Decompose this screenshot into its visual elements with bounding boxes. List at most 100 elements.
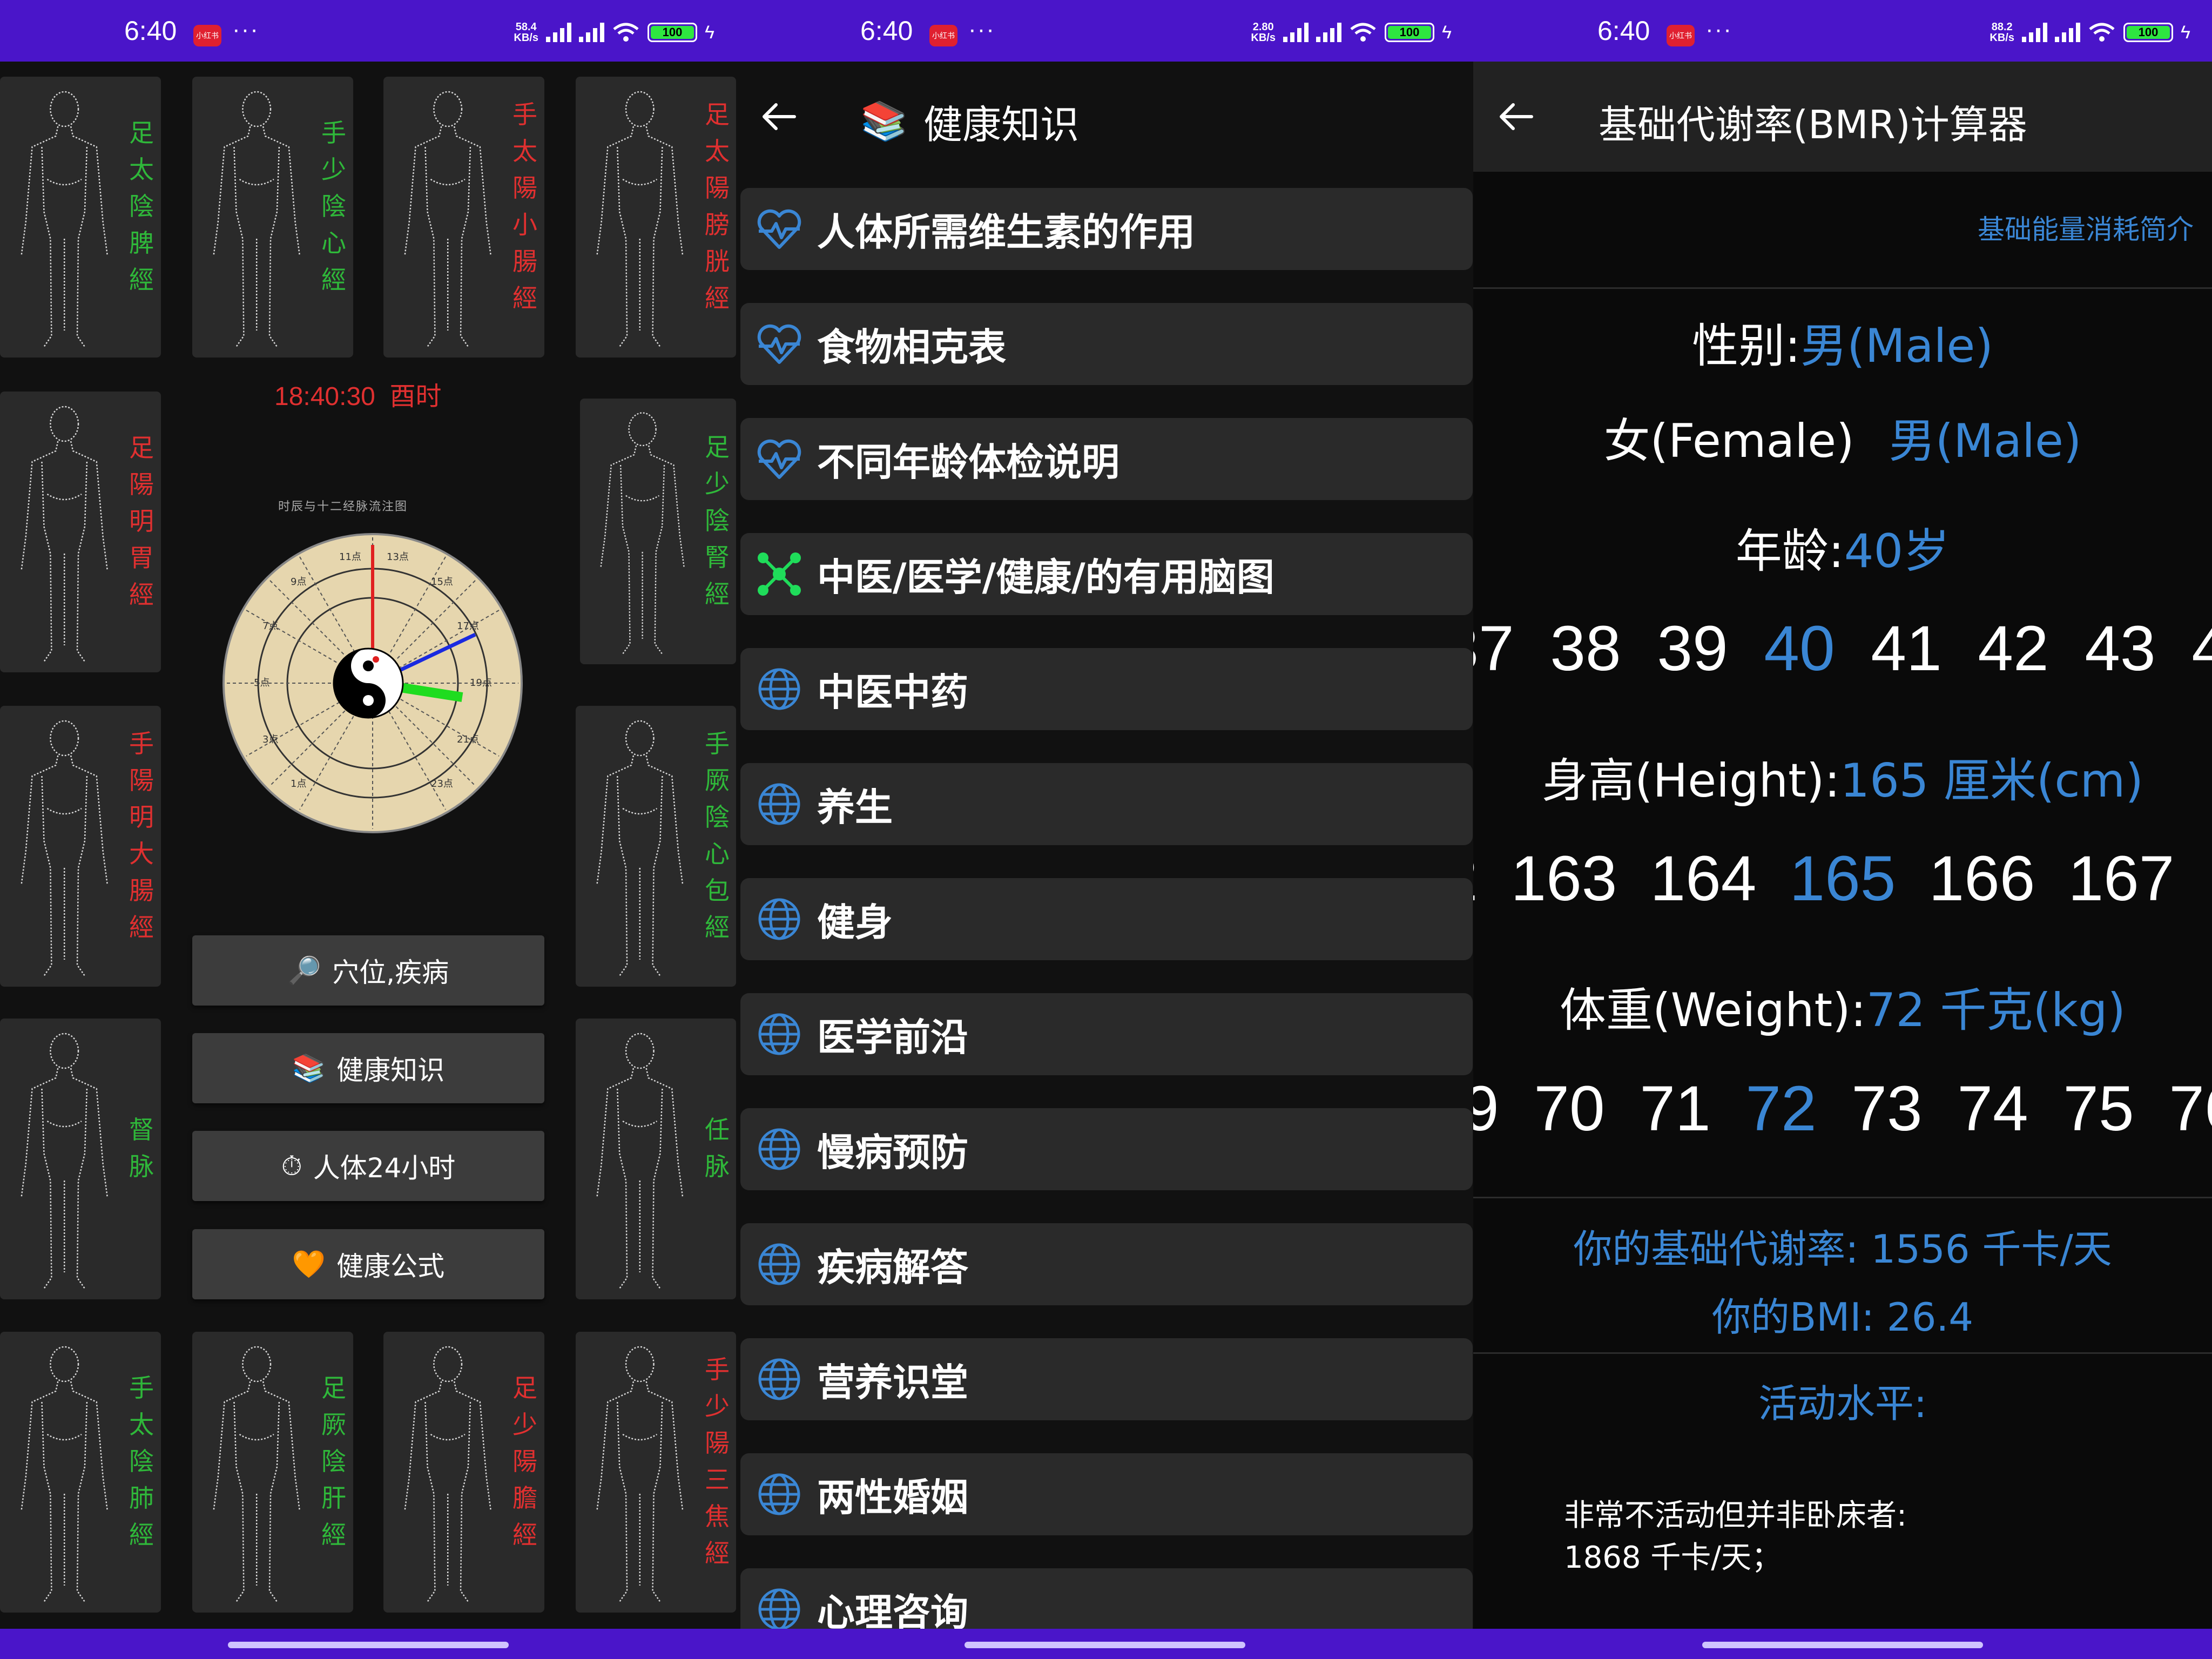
heart-pulse-icon bbox=[757, 209, 801, 249]
svg-text:5点: 5点 bbox=[254, 677, 269, 689]
acupoint-disease-button[interactable]: 🔎 穴位,疾病 bbox=[192, 935, 544, 1006]
body-24-hours-button[interactable]: ⏱ 人体24小时 bbox=[192, 1131, 544, 1201]
picker-option[interactable]: 38 bbox=[1532, 613, 1639, 684]
knowledge-list-item[interactable]: 健身 bbox=[740, 878, 1473, 960]
gesture-bar bbox=[1473, 1629, 2212, 1659]
picker-option[interactable]: 40 bbox=[1746, 613, 1853, 684]
picker-option[interactable]: 165 bbox=[1773, 844, 1912, 914]
charging-icon: ϟ bbox=[2181, 22, 2190, 43]
picker-option[interactable]: 74 bbox=[1940, 1074, 2046, 1144]
health-formula-button[interactable]: 🧡 健康公式 bbox=[192, 1229, 544, 1299]
knowledge-list-item-label: 食物相克表 bbox=[817, 325, 1006, 369]
knowledge-list-item[interactable]: 疾病解答 bbox=[740, 1223, 1473, 1305]
heart-icon: 🧡 bbox=[292, 1248, 326, 1280]
svg-text:21点: 21点 bbox=[457, 734, 479, 745]
back-arrow-icon[interactable] bbox=[1494, 94, 1539, 139]
picker-option[interactable]: 71 bbox=[1622, 1074, 1728, 1144]
current-time: 18:40:30 酉时 bbox=[274, 382, 442, 411]
knowledge-list-item-label: 人体所需维生素的作用 bbox=[817, 210, 1195, 254]
knowledge-list-item-label: 疾病解答 bbox=[817, 1245, 968, 1290]
knowledge-list-item[interactable]: 不同年龄体检说明 bbox=[740, 418, 1473, 500]
bmr-intro-link[interactable]: 基础能量消耗简介 bbox=[1978, 208, 2194, 247]
back-arrow-icon[interactable] bbox=[757, 94, 802, 139]
picker-option[interactable]: 162 bbox=[1473, 844, 1494, 914]
health-knowledge-button[interactable]: 📚 健康知识 bbox=[192, 1033, 544, 1103]
svg-text:17点: 17点 bbox=[457, 621, 479, 632]
picker-option[interactable]: 75 bbox=[2046, 1074, 2152, 1144]
picker-option[interactable]: 72 bbox=[1728, 1074, 1834, 1144]
divider bbox=[1473, 1352, 2212, 1354]
age-picker[interactable]: 3738394041424344 bbox=[1473, 613, 2212, 684]
picker-option[interactable]: 168 bbox=[2191, 844, 2212, 914]
knowledge-list-item[interactable]: 医学前沿 bbox=[740, 993, 1473, 1075]
knowledge-list-item[interactable]: 慢病预防 bbox=[740, 1108, 1473, 1190]
knowledge-list-item-label: 营养识堂 bbox=[817, 1360, 968, 1405]
knowledge-list-item[interactable]: 两性婚姻 bbox=[740, 1453, 1473, 1535]
meridian-card-label: 足陽明胃經 bbox=[129, 433, 154, 609]
picker-option[interactable]: 42 bbox=[1960, 613, 2067, 684]
knowledge-list-item[interactable]: 食物相克表 bbox=[740, 303, 1473, 385]
meridian-card[interactable]: 手陽明大腸經 bbox=[0, 706, 161, 987]
meridian-card[interactable]: 任脉 bbox=[576, 1019, 736, 1299]
gender-option-male[interactable]: 男(Male) bbox=[1889, 414, 2082, 468]
meridian-card[interactable]: 足太陽膀胱經 bbox=[576, 77, 736, 358]
more-notifications-icon: ··· bbox=[968, 16, 995, 43]
meridian-card[interactable]: 手少陽三焦經 bbox=[576, 1332, 736, 1613]
home-handle[interactable] bbox=[964, 1642, 1245, 1648]
meridian-clock[interactable]: 11点 13点 9点 15点 7点 17点 5点 19点 3点 21点 1点 23点 bbox=[216, 521, 529, 845]
svg-text:23点: 23点 bbox=[431, 778, 453, 790]
divider bbox=[1473, 287, 2212, 289]
books-icon: 📚 bbox=[292, 1052, 326, 1084]
meridian-card-label: 手少陽三焦經 bbox=[705, 1355, 730, 1568]
knowledge-list-item-label: 不同年龄体检说明 bbox=[817, 440, 1120, 484]
knowledge-list-item[interactable]: 人体所需维生素的作用 bbox=[740, 188, 1473, 270]
picker-option[interactable]: 73 bbox=[1834, 1074, 1940, 1144]
books-icon: 📚 bbox=[860, 99, 908, 143]
knowledge-list-item[interactable]: 养生 bbox=[740, 763, 1473, 845]
height-picker[interactable]: 162163164165166167168 bbox=[1473, 844, 2212, 914]
globe-icon bbox=[758, 1358, 800, 1400]
picker-option[interactable]: 167 bbox=[2052, 844, 2191, 914]
meridian-card[interactable]: 手厥陰心包經 bbox=[576, 706, 736, 987]
meridian-card[interactable]: 足太陰脾經 bbox=[0, 77, 161, 358]
gender-option-female[interactable]: 女(Female) bbox=[1604, 414, 1854, 468]
status-bar: 6:40 小红书 ··· 58.4 KB/s 100 ϟ bbox=[0, 0, 736, 62]
meridian-card[interactable]: 手太陽小腸經 bbox=[383, 77, 544, 358]
weight-value: 72 千克(kg) bbox=[1866, 983, 2126, 1037]
meridian-card[interactable]: 足陽明胃經 bbox=[0, 392, 161, 672]
meridian-card[interactable]: 督脉 bbox=[0, 1019, 161, 1299]
knowledge-list-item[interactable]: 营养识堂 bbox=[740, 1338, 1473, 1420]
signal-icon bbox=[2022, 23, 2047, 42]
picker-option[interactable]: 37 bbox=[1473, 613, 1532, 684]
app-bar: 基础代谢率(BMR)计算器 bbox=[1473, 62, 2212, 172]
height-row: 身高(Height):165 厘米(cm) bbox=[1541, 754, 2144, 808]
picker-option[interactable]: 163 bbox=[1494, 844, 1634, 914]
picker-option[interactable]: 70 bbox=[1516, 1074, 1622, 1144]
home-handle[interactable] bbox=[227, 1642, 509, 1648]
picker-option[interactable]: 76 bbox=[2152, 1074, 2212, 1144]
battery-level: 100 bbox=[651, 26, 694, 39]
battery-level: 100 bbox=[1388, 26, 1431, 39]
meridian-card[interactable]: 足少陰腎經 bbox=[580, 399, 736, 664]
picker-option[interactable]: 164 bbox=[1634, 844, 1773, 914]
home-handle[interactable] bbox=[1702, 1642, 1983, 1648]
picker-option[interactable]: 44 bbox=[2174, 613, 2212, 684]
battery-icon: 100 bbox=[1385, 23, 1434, 42]
meridian-card[interactable]: 手太陰肺經 bbox=[0, 1332, 161, 1613]
meridian-card[interactable]: 足少陽膽經 bbox=[383, 1332, 544, 1613]
heart-pulse-icon bbox=[757, 324, 801, 364]
meridian-card[interactable]: 足厥陰肝經 bbox=[192, 1332, 353, 1613]
picker-option[interactable]: 166 bbox=[1912, 844, 2052, 914]
picker-option[interactable]: 43 bbox=[2067, 613, 2174, 684]
knowledge-list-item[interactable]: 中医/医学/健康/的有用脑图 bbox=[740, 533, 1473, 615]
meridian-card[interactable]: 手少陰心經 bbox=[192, 77, 353, 358]
picker-option[interactable]: 39 bbox=[1639, 613, 1746, 684]
picker-option[interactable]: 41 bbox=[1853, 613, 1960, 684]
meridian-card-label: 手太陰肺經 bbox=[129, 1373, 154, 1549]
picker-option[interactable]: 69 bbox=[1473, 1074, 1516, 1144]
meridian-card-label: 手陽明大腸經 bbox=[129, 729, 154, 942]
weight-picker[interactable]: 6970717273747576 bbox=[1473, 1074, 2212, 1144]
knowledge-list-item[interactable]: 中医中药 bbox=[740, 648, 1473, 730]
app-notification-icon: 小红书 bbox=[193, 25, 221, 46]
status-time: 6:40 bbox=[860, 16, 913, 46]
